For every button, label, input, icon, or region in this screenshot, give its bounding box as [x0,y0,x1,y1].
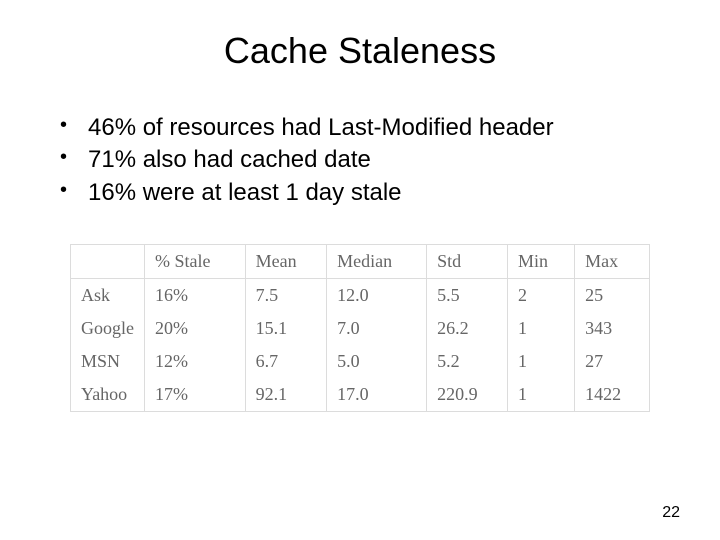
table-header-cell [71,245,145,279]
table-cell: 12.0 [327,279,427,313]
table-cell: 12% [145,345,246,378]
table-cell-label: MSN [71,345,145,378]
table-cell-label: Ask [71,279,145,313]
table-cell: 1 [508,378,575,411]
table-cell: 343 [575,312,649,345]
table-header-cell: Mean [245,245,327,279]
stats-table: % Stale Mean Median Std Min Max Ask 16% … [70,244,650,412]
table-cell: 7.5 [245,279,327,313]
page-title: Cache Staleness [40,30,680,72]
table-row: Yahoo 17% 92.1 17.0 220.9 1 1422 [71,378,649,411]
table-header-cell: Std [427,245,508,279]
page-number: 22 [662,504,680,522]
bullet-item: 16% were at least 1 day stale [60,177,680,209]
bullet-item: 46% of resources had Last-Modified heade… [60,112,680,144]
table-cell: 5.5 [427,279,508,313]
table-cell: 25 [575,279,649,313]
table-cell: 6.7 [245,345,327,378]
table-cell-label: Google [71,312,145,345]
table-cell: 1422 [575,378,649,411]
table-header-cell: Min [508,245,575,279]
table-cell: 92.1 [245,378,327,411]
table-row: MSN 12% 6.7 5.0 5.2 1 27 [71,345,649,378]
table-cell: 1 [508,312,575,345]
table-header-cell: % Stale [145,245,246,279]
table-cell: 17% [145,378,246,411]
table-header-cell: Max [575,245,649,279]
table-cell-label: Yahoo [71,378,145,411]
table-row: Ask 16% 7.5 12.0 5.5 2 25 [71,279,649,313]
table-cell: 5.0 [327,345,427,378]
table-cell: 17.0 [327,378,427,411]
table-header-row: % Stale Mean Median Std Min Max [71,245,649,279]
table-cell: 16% [145,279,246,313]
table-row: Google 20% 15.1 7.0 26.2 1 343 [71,312,649,345]
table-cell: 2 [508,279,575,313]
table-cell: 15.1 [245,312,327,345]
table-cell: 220.9 [427,378,508,411]
table-cell: 1 [508,345,575,378]
bullet-item: 71% also had cached date [60,144,680,176]
table-cell: 5.2 [427,345,508,378]
table-header-cell: Median [327,245,427,279]
table-cell: 7.0 [327,312,427,345]
table-cell: 26.2 [427,312,508,345]
table-cell: 20% [145,312,246,345]
bullet-list: 46% of resources had Last-Modified heade… [40,112,680,209]
table-cell: 27 [575,345,649,378]
